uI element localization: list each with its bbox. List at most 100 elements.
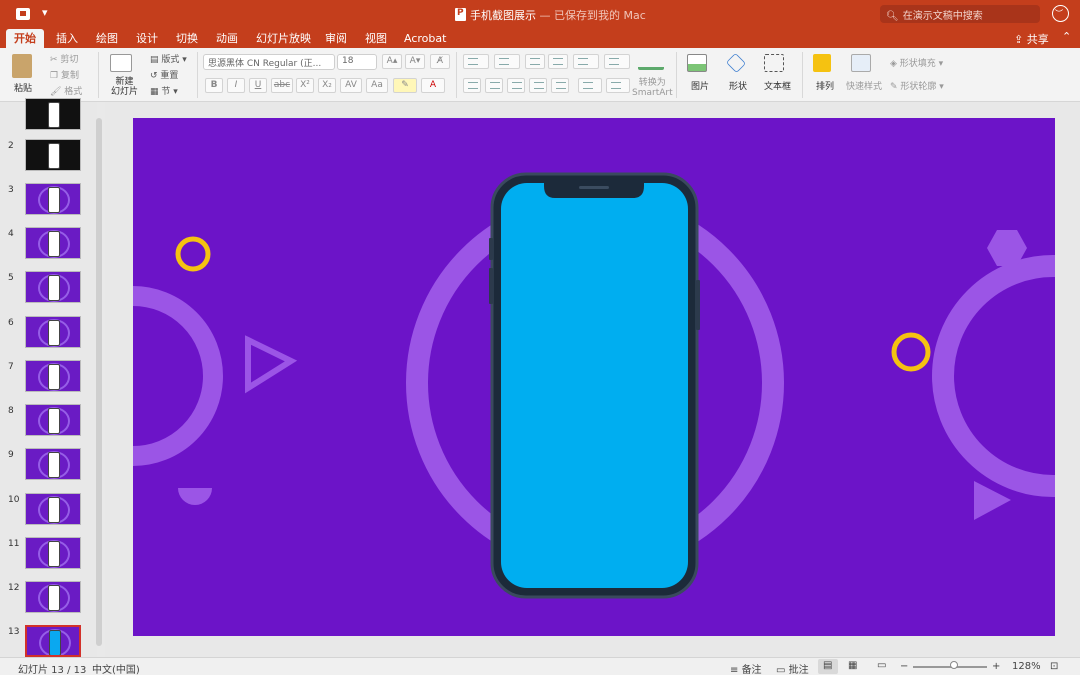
- slide-thumbnail[interactable]: [25, 98, 81, 130]
- thumbnail-scrollbar[interactable]: [96, 118, 102, 646]
- quick-access-menu-icon[interactable]: ▾: [42, 6, 48, 19]
- fit-to-window-icon[interactable]: ⊡: [1050, 661, 1058, 672]
- zoom-in-icon[interactable]: +: [992, 661, 1000, 672]
- format-painter-button[interactable]: 🖌︎ 格式: [50, 84, 82, 97]
- new-slide-icon[interactable]: [110, 54, 132, 72]
- quick-styles-icon[interactable]: [851, 54, 871, 72]
- slide-thumbnail[interactable]: [25, 537, 81, 569]
- font-color-icon[interactable]: A: [421, 78, 445, 93]
- layout-button[interactable]: ▤ 版式 ▾: [150, 52, 187, 65]
- quick-styles-button[interactable]: 快速样式: [846, 79, 882, 92]
- share-button[interactable]: ⇪ 共享: [1014, 31, 1049, 47]
- text-direction-icon[interactable]: [578, 78, 602, 93]
- shape-outline-button[interactable]: ✎ 形状轮廓 ▾: [890, 79, 944, 92]
- reading-view-icon[interactable]: ▭: [877, 660, 886, 671]
- search-input[interactable]: 🔍︎ 在演示文稿中搜索: [880, 5, 1040, 23]
- slide-thumbnail[interactable]: [25, 271, 81, 303]
- slide-thumbnail[interactable]: [25, 625, 81, 657]
- slide-thumbnail[interactable]: [25, 493, 81, 525]
- tab-transitions[interactable]: 切换: [168, 29, 206, 48]
- convert-smartart-button[interactable]: 转换为 SmartArt: [632, 78, 673, 98]
- right-ring-shape: [932, 255, 1055, 497]
- numbering-icon[interactable]: [494, 54, 520, 69]
- distribute-icon[interactable]: [551, 78, 569, 93]
- align-left-icon[interactable]: [463, 78, 481, 93]
- tab-view[interactable]: 视图: [357, 29, 395, 48]
- slide-thumbnail[interactable]: [25, 581, 81, 613]
- tab-insert[interactable]: 插入: [48, 29, 86, 48]
- slide-thumbnail[interactable]: [25, 183, 81, 215]
- subscript-icon[interactable]: X₂: [318, 78, 336, 93]
- slide-number: 11: [8, 539, 20, 549]
- shapes-button[interactable]: 形状: [729, 79, 747, 92]
- tab-design[interactable]: 设计: [128, 29, 166, 48]
- shape-fill-button[interactable]: ◈ 形状填充 ▾: [890, 56, 943, 69]
- copy-button[interactable]: ❐ 复制: [50, 68, 79, 81]
- clear-format-icon[interactable]: A̸: [430, 54, 450, 69]
- slide-thumbnail[interactable]: [25, 227, 81, 259]
- arrange-icon[interactable]: [813, 54, 831, 72]
- underline-icon[interactable]: U: [249, 78, 267, 93]
- slide-sorter-icon[interactable]: ▦: [848, 660, 857, 671]
- slide-thumbnail[interactable]: [25, 139, 81, 171]
- powerpoint-slideshow-icon[interactable]: [16, 8, 30, 20]
- change-case-icon[interactable]: Aa: [366, 78, 388, 93]
- strikethrough-icon[interactable]: abc: [271, 78, 293, 93]
- slide-thumbnail[interactable]: [25, 316, 81, 348]
- align-center-icon[interactable]: [485, 78, 503, 93]
- arrange-button[interactable]: 排列: [816, 79, 834, 92]
- section-button[interactable]: ▦ 节 ▾: [150, 84, 178, 97]
- tab-acrobat[interactable]: Acrobat: [396, 29, 454, 48]
- columns-icon[interactable]: [604, 54, 630, 69]
- zoom-out-icon[interactable]: −: [900, 661, 908, 672]
- language-indicator[interactable]: 中文(中国): [92, 661, 140, 675]
- textbox-icon[interactable]: [764, 54, 784, 72]
- line-spacing-icon[interactable]: [573, 54, 599, 69]
- picture-button[interactable]: 图片: [691, 79, 709, 92]
- tab-draw[interactable]: 绘图: [88, 29, 126, 48]
- char-spacing-icon[interactable]: AV: [340, 78, 362, 93]
- decrease-indent-icon[interactable]: [525, 54, 545, 69]
- feedback-smiley-icon[interactable]: [1052, 5, 1069, 22]
- increase-font-icon[interactable]: A▴: [382, 54, 402, 69]
- thumb-phone: [48, 364, 60, 390]
- slide-number: 12: [8, 583, 20, 593]
- justify-icon[interactable]: [529, 78, 547, 93]
- tab-animations[interactable]: 动画: [208, 29, 246, 48]
- font-name-field[interactable]: 思源黑体 CN Regular (正...: [203, 54, 335, 70]
- smartart-icon[interactable]: [638, 54, 664, 70]
- notes-button[interactable]: ≡ 备注: [730, 661, 762, 675]
- highlight-icon[interactable]: ✎: [393, 78, 417, 93]
- tab-review[interactable]: 审阅: [317, 29, 355, 48]
- increase-indent-icon[interactable]: [548, 54, 568, 69]
- slide-number: 10: [8, 495, 20, 505]
- slide-thumbnail[interactable]: [25, 448, 81, 480]
- paste-icon[interactable]: [12, 54, 32, 78]
- bold-icon[interactable]: B: [205, 78, 223, 93]
- new-slide-button[interactable]: 新建 幻灯片: [111, 77, 138, 97]
- superscript-icon[interactable]: X²: [296, 78, 314, 93]
- slide-thumbnail[interactable]: [25, 404, 81, 436]
- textbox-button[interactable]: 文本框: [764, 79, 791, 92]
- tab-home[interactable]: 开始: [6, 29, 44, 48]
- paste-button[interactable]: 粘贴: [14, 81, 32, 94]
- font-size-field[interactable]: 18: [337, 54, 377, 70]
- thumb-phone: [48, 102, 60, 128]
- phone-volume-button: [489, 268, 493, 304]
- current-slide[interactable]: [133, 118, 1055, 636]
- decrease-font-icon[interactable]: A▾: [405, 54, 425, 69]
- reset-button[interactable]: ↺ 重置: [150, 68, 178, 81]
- zoom-level[interactable]: 128%: [1012, 661, 1041, 672]
- bullets-icon[interactable]: [463, 54, 489, 69]
- italic-icon[interactable]: I: [227, 78, 245, 93]
- zoom-slider-handle[interactable]: [950, 661, 958, 669]
- cut-button[interactable]: ✂ 剪切: [50, 52, 78, 65]
- picture-icon[interactable]: [687, 54, 707, 72]
- shapes-icon[interactable]: [725, 52, 747, 74]
- tab-slideshow[interactable]: 幻灯片放映: [248, 29, 319, 48]
- slide-thumbnail[interactable]: [25, 360, 81, 392]
- collapse-ribbon-icon[interactable]: ⌃: [1062, 30, 1071, 43]
- align-right-icon[interactable]: [507, 78, 525, 93]
- align-text-icon[interactable]: [606, 78, 630, 93]
- comments-button[interactable]: ▭ 批注: [776, 661, 809, 675]
